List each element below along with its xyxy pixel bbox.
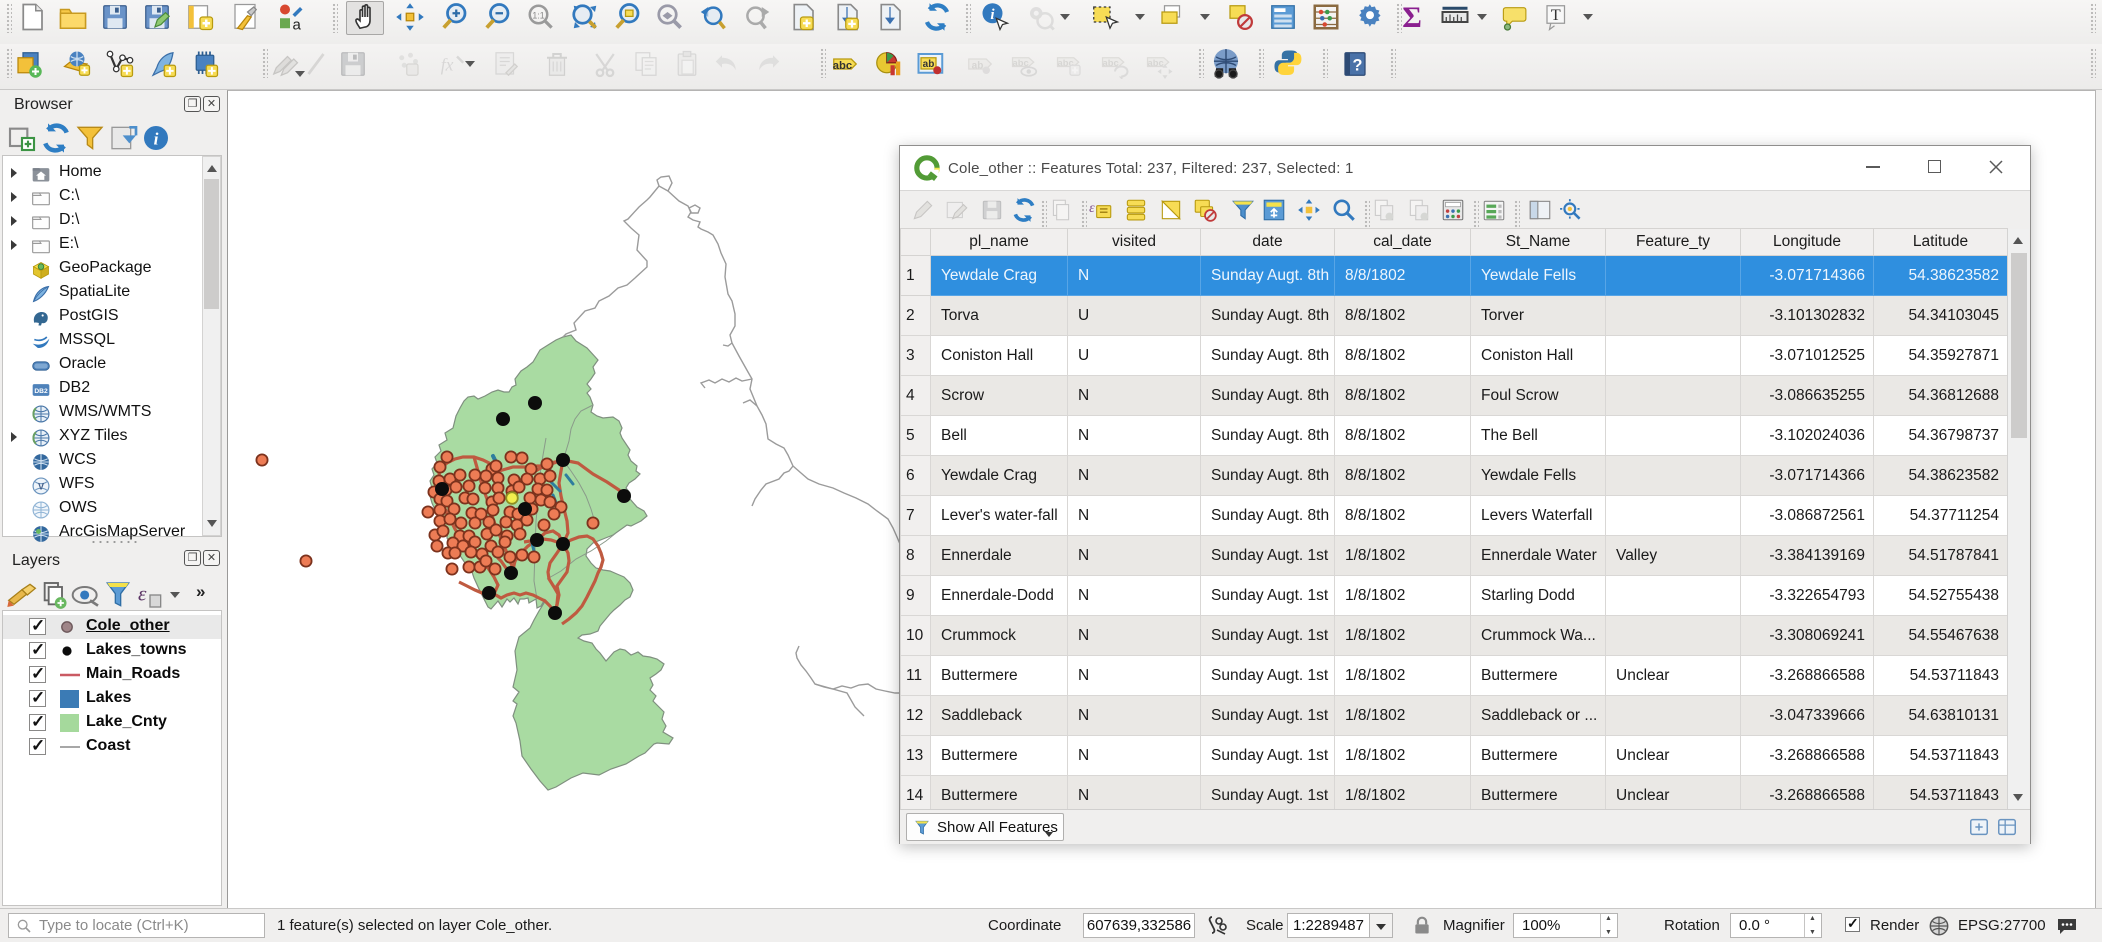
svg-text:T: T xyxy=(1551,6,1561,24)
svg-text:abc: abc xyxy=(1013,58,1029,68)
svg-text:abc: abc xyxy=(1148,58,1164,68)
svg-text:ab: ab xyxy=(972,60,984,71)
svg-text:a: a xyxy=(293,17,302,33)
svg-text:?: ? xyxy=(1353,56,1363,74)
svg-text:abc: abc xyxy=(1103,58,1119,68)
svg-text:fx: fx xyxy=(441,54,454,74)
svg-text:1:1: 1:1 xyxy=(532,10,544,20)
svg-text:DB2: DB2 xyxy=(34,388,48,395)
svg-text:V: V xyxy=(38,481,45,491)
svg-text:ab: ab xyxy=(923,59,935,70)
svg-text:i: i xyxy=(154,130,159,149)
svg-text:ε: ε xyxy=(1089,200,1095,216)
svg-text:ε: ε xyxy=(138,581,147,605)
svg-text:abc: abc xyxy=(833,60,852,72)
svg-text:Σ: Σ xyxy=(1402,2,1422,32)
